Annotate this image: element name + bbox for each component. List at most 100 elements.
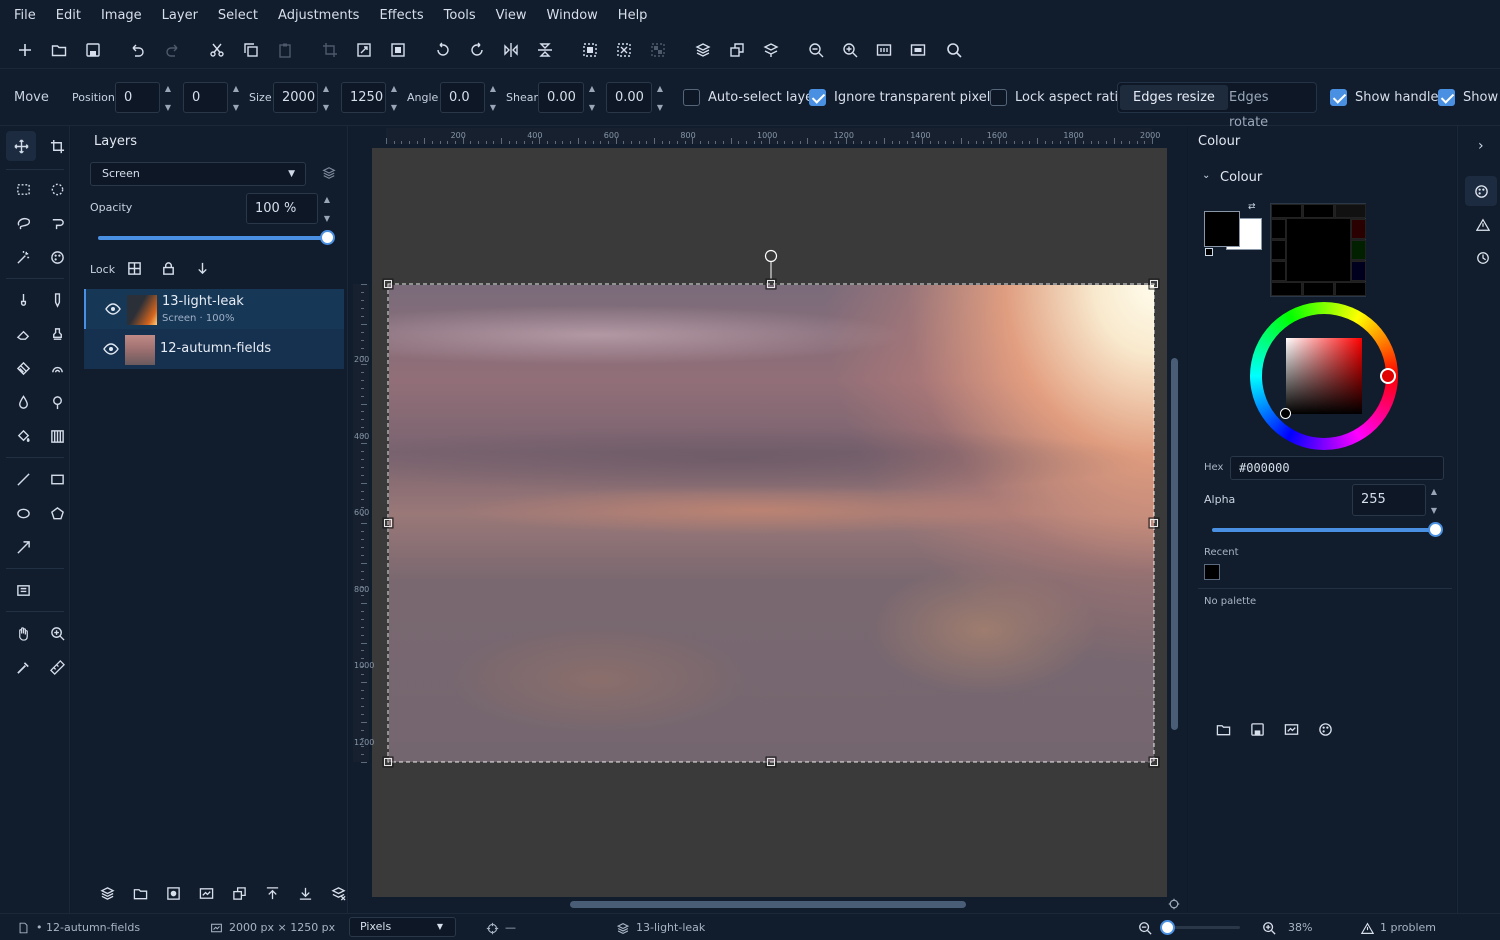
ellipse-tool-icon[interactable]: [8, 498, 38, 528]
opacity-input[interactable]: 100 %: [246, 193, 318, 224]
lock-pixels-icon[interactable]: [127, 261, 142, 279]
edges-rotate-button[interactable]: Edges rotate: [1216, 85, 1316, 130]
open-icon[interactable]: [48, 39, 70, 61]
show-handles-checkbox[interactable]: [1330, 89, 1347, 106]
chevron-right-icon[interactable]: ›: [1478, 138, 1484, 154]
size-width-input[interactable]: 2000: [273, 82, 318, 113]
flip-vertical-icon[interactable]: [534, 39, 556, 61]
text-tool-icon[interactable]: [8, 575, 38, 605]
eraser-tool-icon[interactable]: [8, 319, 38, 349]
cut-icon[interactable]: [206, 39, 228, 61]
save-palette-icon[interactable]: [1250, 722, 1265, 740]
position-y-input[interactable]: 0: [183, 82, 228, 113]
save-icon[interactable]: [82, 39, 104, 61]
crop-tool-icon[interactable]: [42, 131, 72, 161]
alpha-slider-thumb[interactable]: [1428, 522, 1443, 537]
lock-icon[interactable]: [161, 261, 176, 279]
edges-resize-button[interactable]: Edges resize: [1120, 85, 1228, 110]
lasso-select-icon[interactable]: [8, 208, 38, 238]
angle-input[interactable]: 0.0: [440, 82, 485, 113]
layer-row-autumn-fields[interactable]: 12-autumn-fields: [84, 329, 344, 369]
saturation-value-square[interactable]: [1286, 338, 1362, 414]
zoom-level[interactable]: 38%: [1288, 914, 1312, 940]
swap-colours-icon[interactable]: ⇄: [1248, 202, 1256, 212]
best-fit-icon[interactable]: [907, 39, 929, 61]
rectangle-tool-icon[interactable]: [42, 464, 72, 494]
menu-layer[interactable]: Layer: [152, 0, 208, 31]
menu-tools[interactable]: Tools: [434, 0, 486, 31]
zoom-tool-icon[interactable]: [42, 618, 72, 648]
search-icon[interactable]: [943, 39, 965, 61]
show-other-checkbox[interactable]: [1438, 89, 1455, 106]
menu-effects[interactable]: Effects: [369, 0, 433, 31]
pan-tool-icon[interactable]: [8, 618, 38, 648]
blend-mode-select[interactable]: Screen ▼: [90, 162, 306, 186]
hue-marker[interactable]: [1380, 368, 1396, 384]
menu-image[interactable]: Image: [91, 0, 152, 31]
colour-select-icon[interactable]: [42, 242, 72, 272]
arrow-tool-icon[interactable]: [8, 532, 38, 562]
copy-icon[interactable]: [240, 39, 262, 61]
colour-picker-icon[interactable]: [8, 652, 38, 682]
menu-edit[interactable]: Edit: [46, 0, 91, 31]
shear-x-input[interactable]: 0.00: [538, 82, 584, 113]
opacity-slider-thumb[interactable]: [320, 230, 335, 245]
transform-frame[interactable]: [380, 245, 1165, 770]
recent-colour-swatch[interactable]: [1204, 564, 1220, 580]
zoom-in-icon[interactable]: [1262, 914, 1276, 940]
zoom-slider[interactable]: [1160, 920, 1240, 935]
shear-x-stepper[interactable]: ▲ ▼: [586, 84, 598, 112]
fill-tool-icon[interactable]: [8, 421, 38, 451]
measure-tool-icon[interactable]: [42, 652, 72, 682]
resize-canvas-icon[interactable]: [387, 39, 409, 61]
add-layer-icon[interactable]: [100, 886, 115, 904]
rotate-handle[interactable]: [764, 249, 778, 263]
pattern-fill-icon[interactable]: [42, 421, 72, 451]
opacity-slider[interactable]: [98, 230, 335, 245]
primary-colour-front[interactable]: [1204, 211, 1240, 247]
angle-stepper[interactable]: ▲ ▼: [487, 84, 499, 112]
add-folder-icon[interactable]: [133, 886, 148, 904]
open-palette-icon[interactable]: [1216, 722, 1231, 740]
menu-view[interactable]: View: [486, 0, 537, 31]
alpha-slider[interactable]: [1212, 522, 1443, 537]
palette-icon[interactable]: [1318, 722, 1333, 740]
menu-adjustments[interactable]: Adjustments: [268, 0, 369, 31]
redo-icon[interactable]: [162, 39, 184, 61]
smudge-tool-icon[interactable]: [42, 353, 72, 383]
shear-y-stepper[interactable]: ▲ ▼: [654, 84, 666, 112]
gradient-tool-icon[interactable]: [8, 353, 38, 383]
lock-position-icon[interactable]: [195, 261, 210, 279]
move-tool-icon[interactable]: [6, 131, 36, 161]
position-x-stepper[interactable]: ▲ ▼: [162, 84, 174, 112]
size-height-input[interactable]: 1250: [341, 82, 386, 113]
actual-size-icon[interactable]: [873, 39, 895, 61]
history-dock-icon[interactable]: [1476, 251, 1490, 268]
menu-file[interactable]: File: [4, 0, 46, 31]
undo-icon[interactable]: [126, 39, 148, 61]
ellipse-select-icon[interactable]: [42, 174, 72, 204]
crop-icon[interactable]: [319, 39, 341, 61]
layer-row-light-leak[interactable]: 13-light-leak Screen · 100%: [84, 289, 344, 329]
move-layer-up-icon[interactable]: [265, 886, 280, 904]
size-width-stepper[interactable]: ▲ ▼: [320, 84, 332, 112]
colour-wheel[interactable]: [1250, 302, 1398, 450]
hex-input[interactable]: #000000: [1230, 456, 1444, 480]
zoom-out-icon[interactable]: [1138, 914, 1152, 940]
palette-from-image-icon[interactable]: [1284, 722, 1299, 740]
layer-mask-icon[interactable]: [166, 886, 181, 904]
horizontal-scrollbar[interactable]: [372, 897, 1167, 913]
resize-image-icon[interactable]: [353, 39, 375, 61]
eye-icon[interactable]: [103, 341, 119, 357]
deselect-icon[interactable]: [613, 39, 635, 61]
add-layer-icon[interactable]: [692, 39, 714, 61]
warning-dock-icon[interactable]: [1475, 218, 1491, 235]
zoom-slider-thumb[interactable]: [1160, 920, 1175, 935]
colour-dock-icon[interactable]: [1465, 176, 1497, 206]
position-y-stepper[interactable]: ▲ ▼: [230, 84, 242, 112]
line-tool-icon[interactable]: [8, 464, 38, 494]
chevron-down-icon[interactable]: ⌄: [1202, 170, 1210, 181]
opacity-stepper[interactable]: ▲ ▼: [321, 195, 333, 223]
duplicate-layer-icon[interactable]: [232, 886, 247, 904]
rotate-right-icon[interactable]: [466, 39, 488, 61]
